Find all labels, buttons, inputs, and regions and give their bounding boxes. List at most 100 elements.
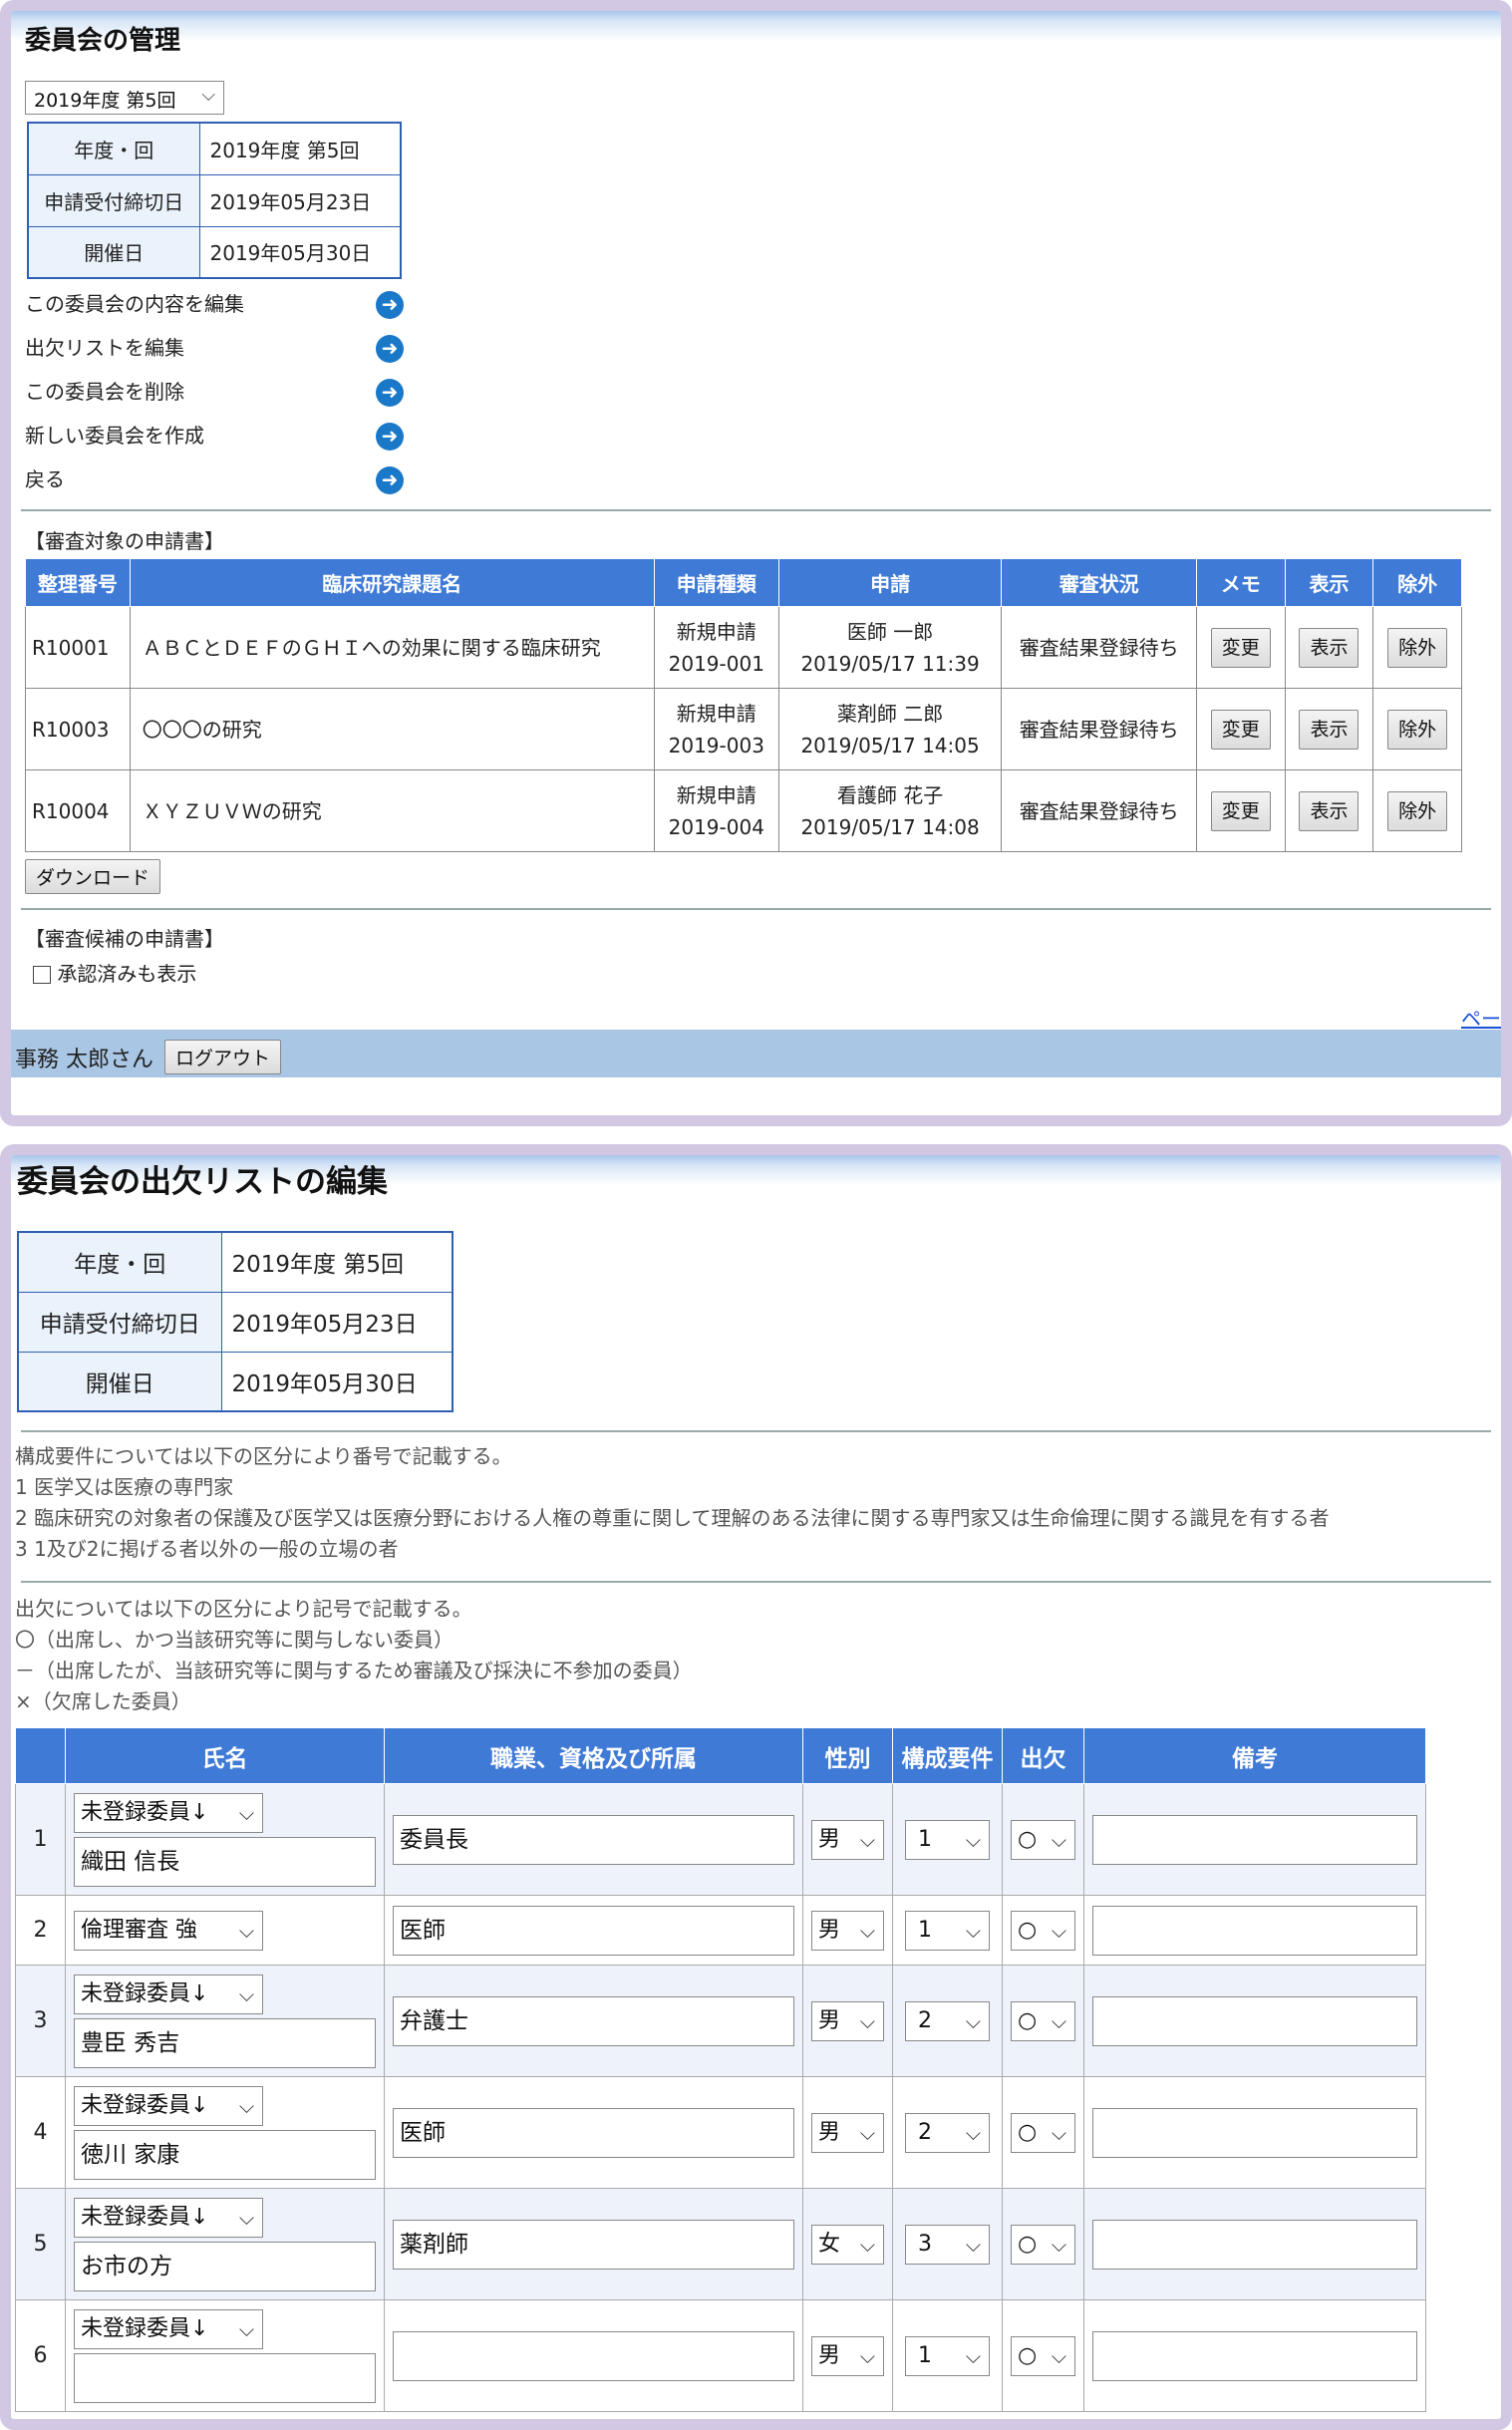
change-button[interactable]: 変更 [1210,709,1271,750]
requirement-select[interactable]: 1 ⌵ [905,2335,990,2376]
divider [21,1581,1491,1583]
chevron-down-icon: ⌵ [238,2093,254,2118]
session-select-value: 2019年度 第5回 [34,90,176,112]
gender-select[interactable]: 女 ⌵ [811,2224,884,2265]
name-input[interactable]: 織田 信長 [74,1836,376,1887]
exclude-button[interactable]: 除外 [1387,709,1448,750]
type-label: 新規申請 [676,701,756,726]
row-number: 3 [15,1965,66,2077]
show-button[interactable]: 表示 [1299,709,1360,750]
menu-edit-committee[interactable]: この委員会の内容を編集 ➜ [25,285,404,323]
attendance-select[interactable]: ○ ⌵ [1011,1819,1075,1860]
menu-delete-committee[interactable]: この委員会を削除 ➜ [25,373,404,411]
arrow-right-icon[interactable]: ➜ [376,335,404,363]
requirement-select[interactable]: 2 ⌵ [905,2000,990,2041]
show-button[interactable]: 表示 [1299,790,1360,831]
member-select-value: 未登録委員↓ [81,2315,209,2341]
exclude-cell: 除外 [1372,769,1462,852]
gender-value: 男 [818,2007,841,2033]
gender-cell: 女 ⌵ [802,2188,893,2300]
menu-back[interactable]: 戻る ➜ [25,460,404,498]
candidate-section-heading: 【審査候補の申請書】 [25,927,224,951]
remark-input[interactable] [1092,1995,1417,2046]
page-link[interactable]: ペー [1461,1003,1501,1032]
divider [21,908,1491,910]
name-input[interactable]: お市の方 [74,2241,376,2291]
menu-edit-attendance[interactable]: 出欠リストを編集 ➜ [25,329,404,367]
arrow-right-icon[interactable]: ➜ [376,466,404,494]
requirement-select[interactable]: 1 ⌵ [905,1819,990,1860]
chevron-down-icon: ⌵ [965,1827,981,1852]
name-cell: 未登録委員↓ ⌵ [65,2299,385,2412]
applied-date: 2019/05/17 14:08 [800,814,980,839]
requirement-select[interactable]: 1 ⌵ [905,1910,990,1951]
job-input[interactable]: 医師 [393,1905,794,1956]
logout-button[interactable]: ログアウト [164,1040,282,1074]
applicant-name: 薬剤師 二郎 [836,701,944,726]
info-row: 申請受付締切日 2019年05月23日 [17,1291,454,1353]
attendance-select[interactable]: ○ ⌵ [1011,2224,1075,2265]
show-approved-option[interactable]: 承認済みも表示 [33,958,196,987]
name-input[interactable]: 徳川 家康 [74,2129,376,2180]
requirement-value: 1 [918,1826,932,1852]
attendance-select[interactable]: ○ ⌵ [1011,1910,1075,1951]
arrow-right-icon[interactable]: ➜ [376,423,404,451]
change-button[interactable]: 変更 [1210,790,1271,831]
application-id: R10004 [25,769,131,852]
attendance-select[interactable]: ○ ⌵ [1011,2112,1075,2153]
remark-input[interactable] [1092,2219,1417,2270]
job-input[interactable]: 弁護士 [393,1995,794,2046]
chevron-down-icon: ⌵ [238,2316,254,2341]
exclude-button[interactable]: 除外 [1387,790,1448,831]
menu-new-committee[interactable]: 新しい委員会を作成 ➜ [25,417,404,455]
remark-cell [1083,2188,1426,2300]
page-title: 委員会の管理 [25,26,181,56]
remark-input[interactable] [1092,1905,1417,1956]
remark-input[interactable] [1092,2107,1417,2158]
arrow-right-icon[interactable]: ➜ [376,379,404,407]
gender-select[interactable]: 男 ⌵ [811,1819,884,1860]
attendance-select[interactable]: ○ ⌵ [1011,2000,1075,2041]
row-number: 5 [15,2188,66,2300]
col-header: 性別 [802,1727,893,1784]
remark-input[interactable] [1092,2330,1417,2381]
review-section-heading: 【審査対象の申請書】 [25,529,224,553]
gender-select[interactable]: 男 ⌵ [811,1910,884,1951]
member-select[interactable]: 未登録委員↓ ⌵ [74,1792,263,1833]
checkbox[interactable] [33,966,51,984]
exclude-button[interactable]: 除外 [1387,627,1448,668]
member-select[interactable]: 未登録委員↓ ⌵ [74,1974,263,2014]
show-cell: 表示 [1284,688,1374,770]
col-header: 職業、資格及び所属 [384,1727,803,1784]
member-select[interactable]: 未登録委員↓ ⌵ [74,2308,263,2349]
requirement-select[interactable]: 3 ⌵ [905,2224,990,2265]
chevron-down-icon: ⌵ [859,1918,875,1943]
show-button[interactable]: 表示 [1299,627,1360,668]
remark-input[interactable] [1092,1814,1417,1865]
requirement-select[interactable]: 2 ⌵ [905,2112,990,2153]
note-line: 3 1及び2に掲げる者以外の一般の立場の者 [15,1537,399,1561]
menu-label: この委員会の内容を編集 [25,292,244,316]
attendance-select[interactable]: ○ ⌵ [1011,2335,1075,2376]
info-value: 2019年05月30日 [198,225,402,279]
gender-select[interactable]: 男 ⌵ [811,2335,884,2376]
member-select[interactable]: 未登録委員↓ ⌵ [74,2197,263,2238]
download-button[interactable]: ダウンロード [25,859,161,894]
member-select[interactable]: 倫理審査 強 ⌵ [74,1910,263,1951]
name-input[interactable]: 豊臣 秀吉 [74,2017,376,2068]
gender-select[interactable]: 男 ⌵ [811,2112,884,2153]
chevron-down-icon: ⌵ [965,2232,981,2257]
arrow-right-icon[interactable]: ➜ [376,291,404,319]
gender-select[interactable]: 男 ⌵ [811,2000,884,2041]
table-row: 6 未登録委員↓ ⌵ 男 ⌵ 1 ⌵ ○ ⌵ [15,2299,1426,2412]
user-name: 事務 太郎さん [15,1048,153,1072]
session-select[interactable]: 2019年度 第5回 ⌵ [25,81,224,115]
job-input[interactable]: 薬剤師 [393,2219,794,2270]
job-input[interactable] [393,2330,794,2381]
change-button[interactable]: 変更 [1210,627,1271,668]
member-select[interactable]: 未登録委員↓ ⌵ [74,2085,263,2126]
job-input[interactable]: 医師 [393,2107,794,2158]
job-input[interactable]: 委員長 [393,1814,794,1865]
name-input[interactable] [74,2352,376,2403]
memo-cell: 変更 [1195,606,1286,689]
